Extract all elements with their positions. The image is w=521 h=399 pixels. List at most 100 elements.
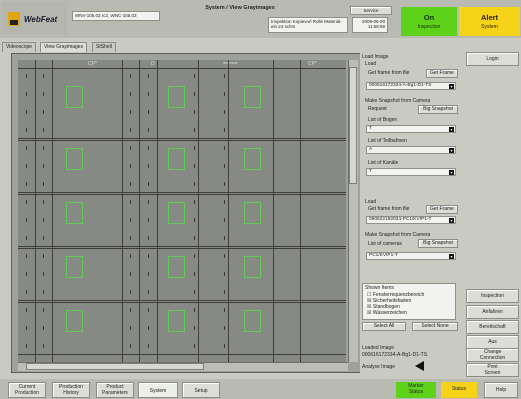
get-frame-button-2[interactable]: Get Frame bbox=[426, 205, 458, 214]
dash-mark bbox=[148, 254, 149, 258]
dash-mark bbox=[194, 236, 195, 240]
dash-mark bbox=[130, 290, 131, 294]
help-button[interactable]: Help bbox=[484, 382, 518, 398]
dash-mark bbox=[130, 146, 131, 150]
dash-mark bbox=[194, 110, 195, 114]
change-connection-button[interactable]: Change Connection bbox=[466, 348, 519, 362]
frame-file-select-2[interactable]: 090622192034-PC1/KVIP1-T ▾ bbox=[366, 216, 456, 224]
current-production-button[interactable]: Current Production bbox=[8, 382, 46, 398]
inspection-info-field: Inspektion Kopievorl Rolle Material-ein … bbox=[268, 17, 348, 33]
loaded-image-value: 000616172334-A-Bg1-D1-TS bbox=[362, 352, 428, 358]
big-snapshot-button[interactable]: Big Snapshot bbox=[418, 105, 458, 114]
grid-line bbox=[157, 60, 158, 362]
roi-box bbox=[244, 202, 261, 224]
on-status-indicator[interactable]: On Inspection bbox=[401, 7, 457, 36]
dash-mark bbox=[26, 236, 27, 240]
button-label: Status bbox=[408, 388, 424, 395]
dash-mark bbox=[26, 128, 27, 132]
dash-mark bbox=[43, 164, 44, 168]
grid-line bbox=[18, 354, 346, 355]
grid-line bbox=[18, 302, 346, 303]
horizontal-scroll-thumb[interactable] bbox=[26, 363, 204, 370]
roi-box bbox=[244, 148, 261, 170]
chevron-down-icon[interactable]: ▾ bbox=[449, 148, 454, 153]
anfahren-button[interactable]: Anfahren bbox=[466, 305, 519, 319]
get-frame-button[interactable]: Get Frame bbox=[426, 69, 458, 78]
select-all-button[interactable]: Select All bbox=[362, 322, 406, 331]
select-none-button[interactable]: Select None bbox=[412, 322, 458, 331]
setup-button[interactable]: Setup bbox=[182, 382, 220, 398]
inspection-button[interactable]: Inspection bbox=[466, 289, 519, 303]
frame-file-value-2: 090622192034-PC1/KVIP1-T bbox=[369, 217, 432, 222]
dash-mark bbox=[224, 236, 225, 240]
dash-mark bbox=[43, 308, 44, 312]
tab-view-grayimages[interactable]: View Grayimages bbox=[40, 42, 88, 52]
grid-line bbox=[139, 60, 140, 362]
system-button[interactable]: System bbox=[138, 382, 178, 398]
arrow-left-icon[interactable] bbox=[415, 361, 424, 371]
login-button[interactable]: Login bbox=[466, 52, 519, 66]
dash-mark bbox=[148, 344, 149, 348]
status-button[interactable]: Status bbox=[441, 382, 477, 398]
dash-mark bbox=[194, 344, 195, 348]
alert-status-indicator[interactable]: Alert System bbox=[459, 7, 520, 36]
chevron-down-icon[interactable]: ▾ bbox=[449, 254, 454, 259]
shown-items-list[interactable]: Shown Items ☐ Fensterrequenzbereich ☒ Si… bbox=[362, 283, 456, 320]
dash-mark bbox=[148, 272, 149, 276]
dash-mark bbox=[148, 110, 149, 114]
button-label: Connection bbox=[479, 354, 506, 361]
big-snapshot-button-2[interactable]: Big Snapshot bbox=[418, 239, 458, 248]
camera-select[interactable]: PC1/KVIP1-T ▾ bbox=[366, 252, 456, 260]
bereitschaft-button[interactable]: Bereitschaft bbox=[466, 320, 519, 334]
dash-mark bbox=[224, 254, 225, 258]
dash-mark bbox=[194, 326, 195, 330]
chevron-down-icon[interactable]: ▾ bbox=[449, 127, 454, 132]
grid-line bbox=[18, 248, 346, 249]
kanaele-select[interactable]: T ▾ bbox=[366, 168, 456, 176]
roi-box bbox=[168, 256, 185, 278]
loaded-image-label: Loaded Image bbox=[362, 345, 394, 351]
product-parameters-button[interactable]: Product Parameters bbox=[96, 382, 134, 398]
roi-box bbox=[66, 148, 83, 170]
dash-mark bbox=[194, 128, 195, 132]
on-status-title: On bbox=[423, 13, 435, 22]
grid-line bbox=[18, 194, 346, 195]
vertical-scroll-thumb[interactable] bbox=[349, 67, 357, 184]
grid-line bbox=[228, 60, 229, 362]
marker-status-button[interactable]: Marker Status bbox=[396, 382, 436, 398]
list-teilbahnen-label: List of Teilbahnen bbox=[368, 138, 407, 144]
tab-stshell[interactable]: StShell bbox=[92, 42, 116, 52]
chevron-down-icon[interactable]: ▾ bbox=[449, 84, 454, 89]
dash-mark bbox=[130, 272, 131, 276]
dash-mark bbox=[43, 236, 44, 240]
dash-mark bbox=[26, 200, 27, 204]
dash-mark bbox=[194, 254, 195, 258]
tab-videoscope[interactable]: Videoscope bbox=[2, 42, 37, 52]
grid-line bbox=[273, 60, 274, 362]
checkbox[interactable]: ☒ bbox=[367, 310, 371, 316]
dash-mark bbox=[148, 218, 149, 222]
grayimage-canvas[interactable]: CP* D ===== CP* bbox=[18, 60, 346, 362]
dash-mark bbox=[26, 110, 27, 114]
roi-box bbox=[244, 86, 261, 108]
load-image-title: Load Image bbox=[362, 54, 389, 60]
chevron-down-icon[interactable]: ▾ bbox=[449, 170, 454, 175]
dash-mark bbox=[26, 146, 27, 150]
production-history-button[interactable]: Production History bbox=[52, 382, 90, 398]
brand-name: WebFeat bbox=[24, 15, 58, 24]
bogen-select[interactable]: T ▾ bbox=[366, 125, 456, 133]
chevron-down-icon[interactable]: ▾ bbox=[449, 218, 454, 223]
roi-box bbox=[66, 86, 83, 108]
service-button[interactable]: Service bbox=[350, 6, 392, 15]
grid-line bbox=[122, 60, 123, 362]
aus-button[interactable]: Aus bbox=[466, 335, 519, 349]
dash-mark bbox=[43, 290, 44, 294]
print-screen-button[interactable]: Print Screen bbox=[466, 363, 519, 377]
on-status-sub: Inspection bbox=[417, 24, 441, 30]
get-frame-from-file-label-2: Get frame from file bbox=[368, 206, 410, 212]
list-item[interactable]: ☒ Wasserzeichen bbox=[367, 310, 407, 316]
shown-items-title: Shown Items bbox=[365, 285, 394, 291]
teilbahnen-select[interactable]: A ▾ bbox=[366, 146, 456, 154]
dash-mark bbox=[130, 200, 131, 204]
frame-file-select[interactable]: 000616172334-A-Bg1-D1-TS ▾ bbox=[366, 82, 456, 90]
